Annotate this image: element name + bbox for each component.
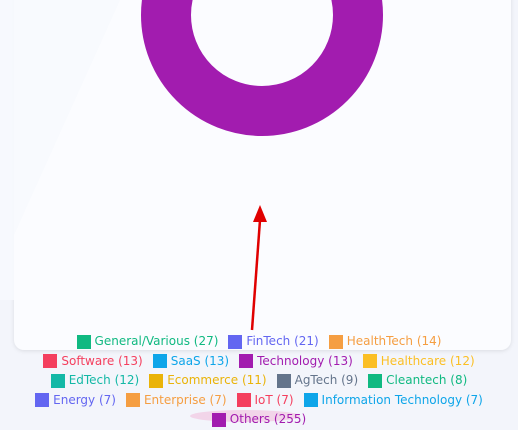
legend-swatch [303,393,318,408]
legend-swatch [239,354,254,369]
legend-label: Enterprise (7) [143,392,227,407]
legend-label: Technology (13) [257,353,353,368]
donut-slice-others[interactable] [141,0,383,136]
legend-swatch [236,393,251,408]
legend-swatch [152,354,167,369]
donut-chart [141,0,383,136]
legend-item[interactable]: Technology (13) [239,352,353,372]
legend-swatch [35,393,50,408]
legend-label: Information Technology (7) [321,392,483,407]
legend-item[interactable]: FinTech (21) [228,332,319,352]
legend-item[interactable]: SaaS (13) [152,352,230,372]
legend-swatch [362,354,377,369]
legend-label: FinTech (21) [246,334,319,348]
legend-item[interactable]: Others (255) [211,410,307,430]
legend-label: Cleantech (8) [386,373,468,387]
legend-label: HealthTech (14) [346,334,442,348]
legend-item[interactable]: IoT (7) [236,391,294,411]
legend-label: Energy (7) [53,392,116,407]
legend-label: IoT (7) [254,392,294,407]
legend-label: Healthcare (12) [380,353,475,368]
legend-item[interactable]: AgTech (9) [276,371,359,391]
legend-swatch [76,334,91,349]
legend-row: Software (13) SaaS (13) Technology (13) Hea… [0,352,518,372]
legend-item[interactable]: Healthcare (12) [362,352,475,372]
legend-row: Energy (7) Enterprise (7) IoT (7) Informati… [0,391,518,411]
legend-item[interactable]: General/Various (27) [76,332,219,352]
chart-legend: General/Various (27) FinTech (21) HealthTe… [0,332,518,430]
legend-swatch [328,334,343,349]
legend-row: EdTech (12) Ecommerce (11) AgTech (9) Clean… [0,371,518,391]
legend-label: SaaS (13) [170,353,230,368]
legend-item[interactable]: Ecommerce (11) [149,371,267,391]
legend-label: General/Various (27) [94,334,219,348]
legend-row: General/Various (27) FinTech (21) HealthTe… [0,332,518,352]
legend-swatch [368,373,383,388]
legend-swatch [43,354,58,369]
legend-item[interactable]: Software (13) [43,352,143,372]
legend-swatch [211,412,226,427]
legend-item[interactable]: Information Technology (7) [303,391,483,411]
legend-swatch [125,393,140,408]
legend-item[interactable]: Enterprise (7) [125,391,227,411]
legend-item[interactable]: Energy (7) [35,391,116,411]
legend-label: Software (13) [61,353,143,368]
legend-swatch [228,334,243,349]
legend-label: AgTech (9) [294,373,359,387]
legend-item[interactable]: EdTech (12) [50,371,140,391]
legend-item[interactable]: Cleantech (8) [368,371,467,391]
legend-row: Others (255) [0,410,518,430]
legend-item[interactable]: HealthTech (14) [328,332,442,352]
legend-label: Others (255) [229,412,307,426]
legend-swatch [276,373,291,388]
legend-label: Ecommerce (11) [167,373,267,387]
legend-swatch [149,373,164,388]
legend-swatch [50,373,65,388]
legend-label: EdTech (12) [68,373,140,387]
